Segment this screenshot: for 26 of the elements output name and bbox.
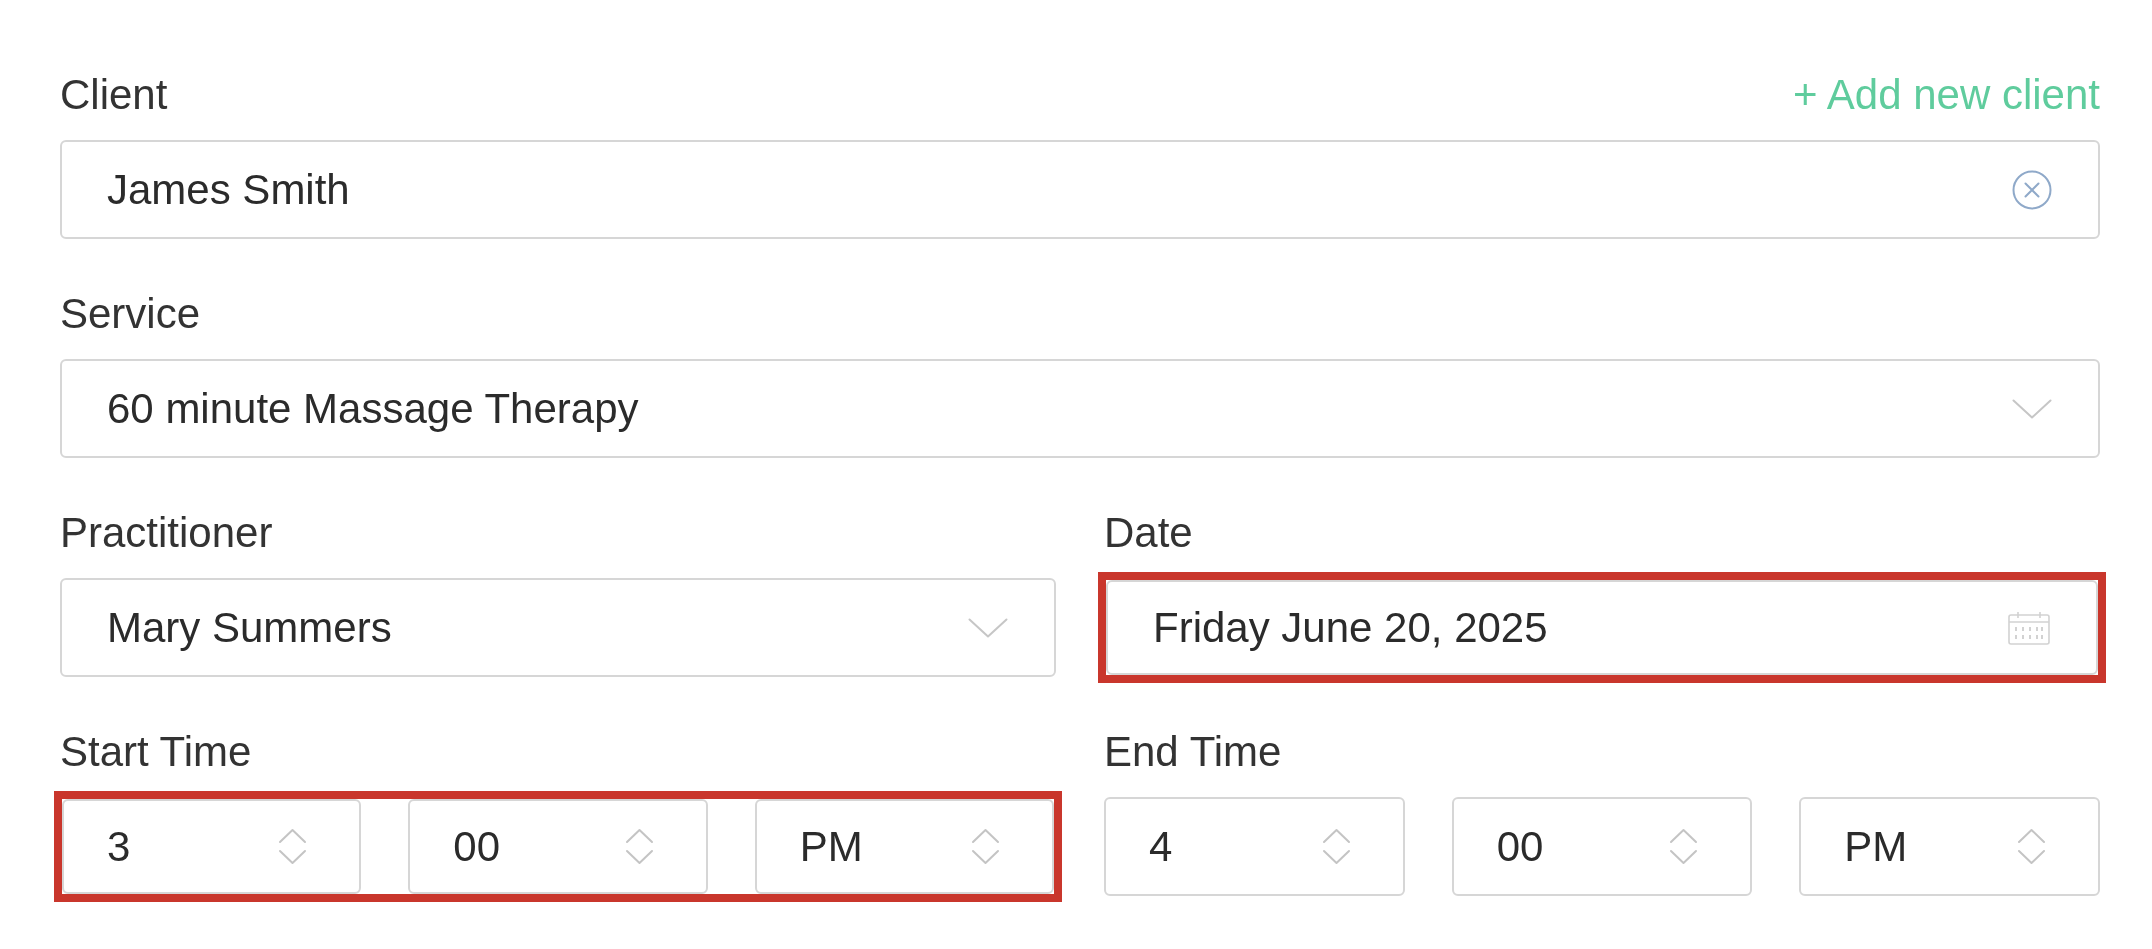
field-label: Service (60, 289, 201, 339)
hour-select[interactable]: 4 (1104, 797, 1405, 896)
field-label: Practitioner (60, 508, 273, 558)
field-label: Date (1104, 508, 1193, 558)
clear-icon[interactable] (2012, 169, 2052, 210)
field-label: Client (60, 70, 168, 120)
up-down-chevron-icon (278, 828, 308, 865)
minute-select[interactable]: 00 (408, 799, 708, 894)
ampm-select[interactable]: PM (1799, 797, 2100, 896)
chevron-down-icon (968, 617, 1008, 638)
minute-select[interactable]: 00 (1451, 797, 1753, 896)
text-input[interactable]: James Smith (60, 140, 2100, 239)
field-label: Start Time (60, 727, 252, 777)
calendar-icon (2008, 610, 2050, 645)
hour-select[interactable]: 3 (62, 799, 362, 894)
date-input[interactable]: Friday June 20, 2025 (1106, 580, 2098, 675)
dropdown[interactable]: 60 minute Massage Therapy (60, 359, 2100, 458)
ampm-select[interactable]: PM (754, 799, 1054, 894)
up-down-chevron-icon (624, 828, 654, 865)
up-down-chevron-icon (1321, 828, 1351, 865)
dropdown[interactable]: Mary Summers (60, 578, 1056, 677)
up-down-chevron-icon (2017, 828, 2046, 865)
up-down-chevron-icon (1669, 828, 1699, 865)
chevron-down-icon (2012, 398, 2052, 419)
field-label: End Time (1104, 727, 1282, 777)
up-down-chevron-icon (971, 828, 1000, 865)
